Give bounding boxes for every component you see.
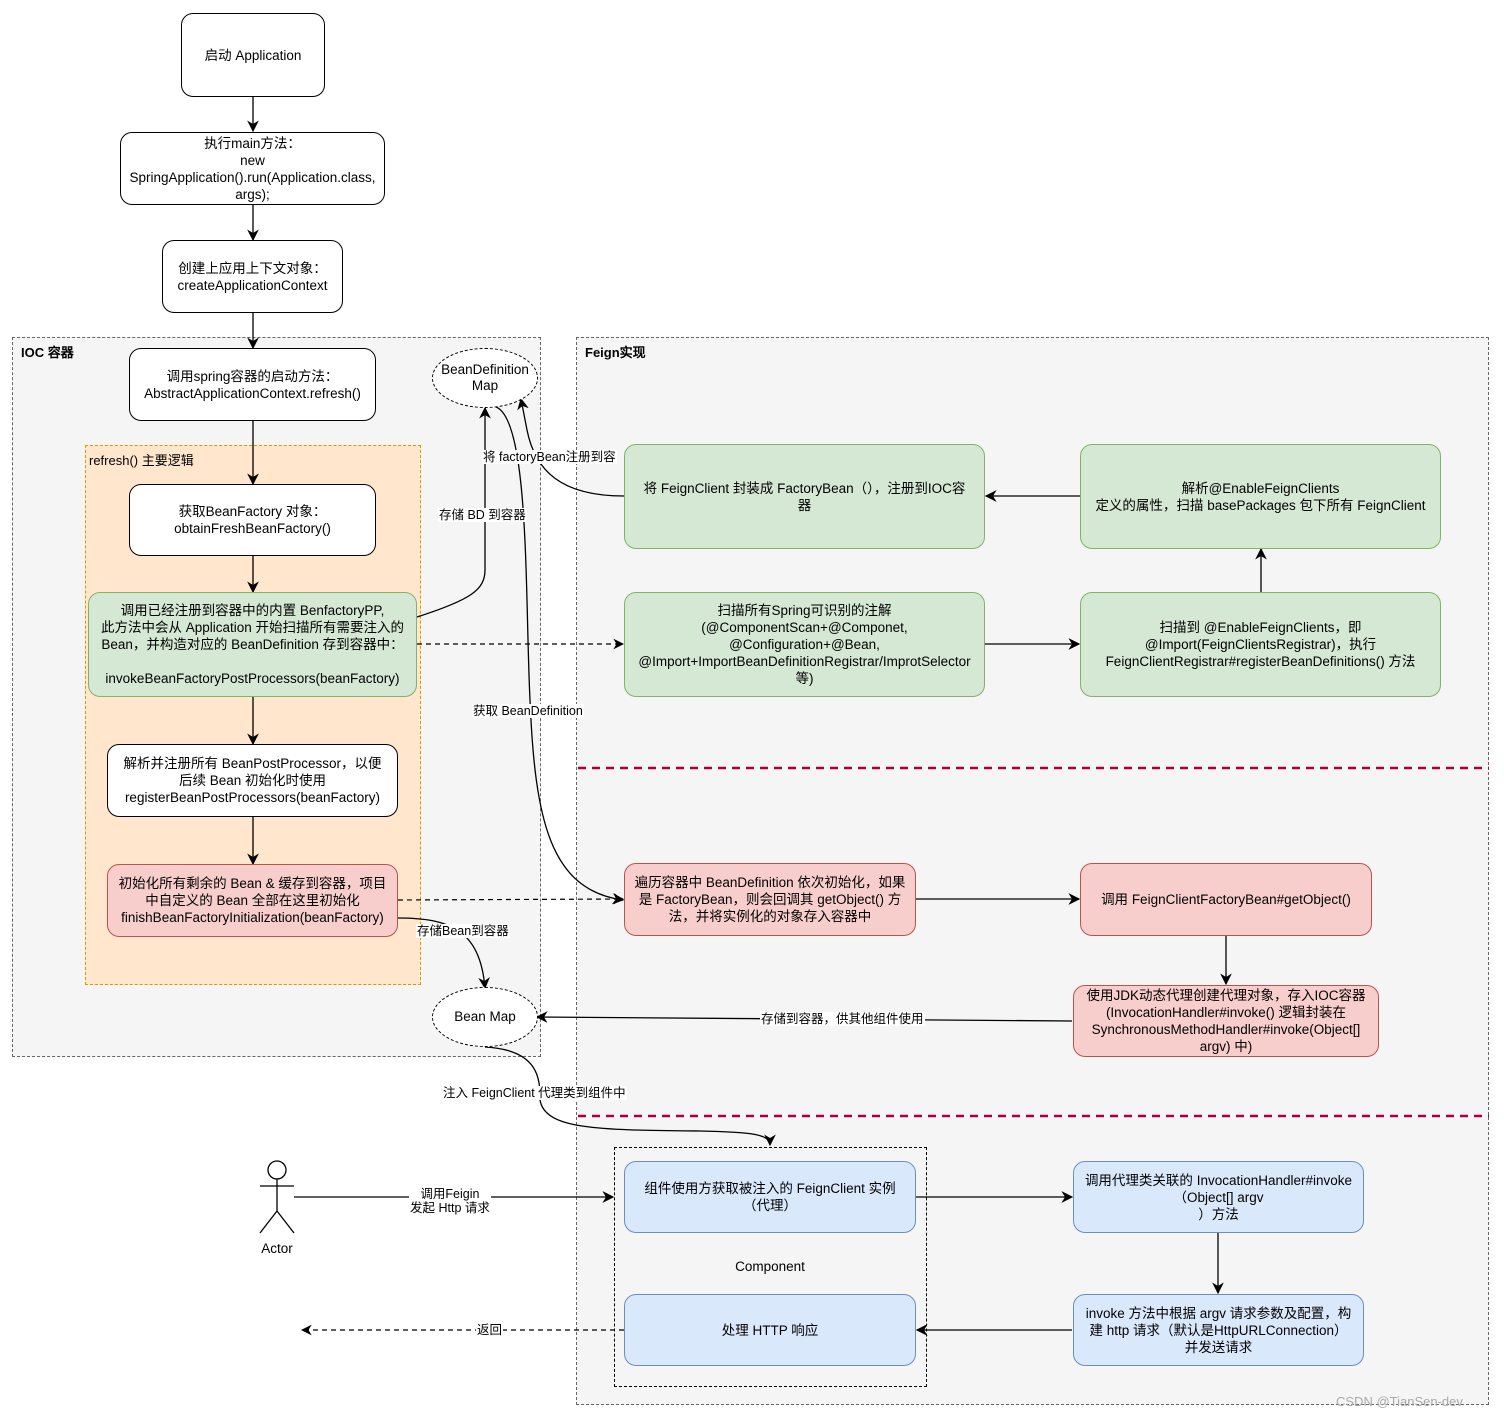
scan-annotations-node[interactable]: 扫描所有Spring可识别的注解 (@ComponentScan+@Compon… (624, 592, 985, 697)
watermark: CSDN @TianSen-dev (1336, 1394, 1463, 1409)
refresh-group-title: refresh() 主要逻辑 (89, 453, 194, 468)
get-feign-instance-node[interactable]: 组件使用方获取被注入的 FeignClient 实例 （代理） (624, 1161, 916, 1233)
get-object-node[interactable]: 调用 FeignClientFactoryBean#getObject() (1080, 863, 1372, 936)
finish-init-label: 初始化所有剩余的 Bean & 缓存到容器，项目 中自定义的 Bean 全部在这… (118, 876, 387, 925)
edge-label-register-factory-bean: 将 factoryBean注册到容 (482, 450, 617, 464)
create-context-node[interactable]: 创建上应用上下文对象： createApplicationContext (162, 240, 343, 313)
handle-http-response-label: 处理 HTTP 响应 (721, 1322, 819, 1338)
invoke-handler-node[interactable]: 调用代理类关联的 InvocationHandler#invoke （Objec… (1073, 1161, 1364, 1233)
bean-map-label: Bean Map (454, 1009, 516, 1024)
edge-label-inject-proxy: 注入 FeignClient 代理类到组件中 (442, 1086, 627, 1100)
main-method-node[interactable]: 执行main方法： new SpringApplication().run(Ap… (120, 132, 385, 205)
handle-http-response-node[interactable]: 处理 HTTP 响应 (624, 1294, 916, 1366)
get-object-label: 调用 FeignClientFactoryBean#getObject() (1101, 892, 1351, 907)
bean-definition-map-label: BeanDefinition Map (441, 362, 529, 393)
edge-label-return: 返回 (476, 1323, 504, 1337)
ioc-container-title: IOC 容器 (21, 345, 74, 360)
invoke-bfpp-label: 调用已经注册到容器中的内置 BenfactoryPP, 此方法中会从 Appli… (100, 603, 405, 686)
register-bpp-node[interactable]: 解析并注册所有 BeanPostProcessor，以便 后续 Bean 初始化… (107, 744, 398, 817)
edge-label-store-bd: 存储 BD 到容器 (438, 508, 527, 522)
edge-label-call-feign: 调用Feigin 发起 Http 请求 (409, 1187, 491, 1215)
create-context-label: 创建上应用上下文对象： createApplicationContext (177, 260, 328, 293)
obtain-bean-factory-node[interactable]: 获取BeanFactory 对象： obtainFreshBeanFactory… (129, 484, 376, 556)
build-http-request-label: invoke 方法中根据 argv 请求参数及配置，构 建 http 请求（默认… (1085, 1305, 1352, 1355)
wrap-factory-bean-node[interactable]: 将 FeignClient 封装成 FactoryBean（），注册到IOC容 … (624, 444, 985, 549)
bean-definition-map-node[interactable]: BeanDefinition Map (432, 348, 538, 408)
jdk-proxy-node[interactable]: 使用JDK动态代理创建代理对象，存入IOC容器 (InvocationHandl… (1073, 985, 1379, 1057)
start-application-node[interactable]: 启动 Application (181, 13, 325, 97)
invoke-bfpp-node[interactable]: 调用已经注册到容器中的内置 BenfactoryPP, 此方法中会从 Appli… (88, 592, 417, 697)
get-feign-instance-label: 组件使用方获取被注入的 FeignClient 实例 （代理） (644, 1181, 896, 1213)
build-http-request-node[interactable]: invoke 方法中根据 argv 请求参数及配置，构 建 http 请求（默认… (1073, 1294, 1364, 1366)
main-method-label: 执行main方法： new SpringApplication().run(Ap… (129, 135, 376, 202)
scan-annotations-label: 扫描所有Spring可识别的注解 (@ComponentScan+@Compon… (638, 603, 971, 686)
register-bpp-label: 解析并注册所有 BeanPostProcessor，以便 后续 Bean 初始化… (123, 756, 382, 805)
obtain-bean-factory-label: 获取BeanFactory 对象： obtainFreshBeanFactory… (174, 504, 331, 536)
component-label: Component (735, 1259, 805, 1274)
edge-label-get-bd: 获取 BeanDefinition (472, 704, 584, 718)
scan-enable-feign-label: 扫描到 @EnableFeignClients，即 @Import(FeignC… (1105, 620, 1416, 669)
iterate-bean-definition-label: 遍历容器中 BeanDefinition 依次初始化，如果 是 FactoryB… (634, 875, 906, 924)
parse-enable-feign-node[interactable]: 解析@EnableFeignClients 定义的属性，扫描 basePacka… (1080, 444, 1441, 549)
refresh-call-label: 调用spring容器的启动方法： AbstractApplicationCont… (144, 368, 361, 401)
finish-init-node[interactable]: 初始化所有剩余的 Bean & 缓存到容器，项目 中自定义的 Bean 全部在这… (107, 864, 398, 937)
actor-label: Actor (261, 1241, 293, 1256)
jdk-proxy-label: 使用JDK动态代理创建代理对象，存入IOC容器 (InvocationHandl… (1086, 988, 1366, 1054)
refresh-call-node[interactable]: 调用spring容器的启动方法： AbstractApplicationCont… (129, 348, 376, 421)
actor-icon (259, 1160, 295, 1234)
invoke-handler-label: 调用代理类关联的 InvocationHandler#invoke （Objec… (1084, 1172, 1353, 1222)
start-application-label: 启动 Application (204, 47, 302, 63)
wrap-factory-bean-label: 将 FeignClient 封装成 FactoryBean（），注册到IOC容 … (643, 480, 966, 513)
parse-enable-feign-label: 解析@EnableFeignClients 定义的属性，扫描 basePacka… (1095, 480, 1426, 513)
edge-label-store-bean: 存储Bean到容器 (416, 924, 510, 938)
feign-container-title: Feign实现 (585, 345, 646, 360)
bean-map-node[interactable]: Bean Map (432, 987, 538, 1047)
scan-enable-feign-node[interactable]: 扫描到 @EnableFeignClients，即 @Import(FeignC… (1080, 592, 1441, 697)
edge-label-store-for-use: 存储到容器，供其他组件使用 (760, 1012, 925, 1026)
iterate-bean-definition-node[interactable]: 遍历容器中 BeanDefinition 依次初始化，如果 是 FactoryB… (624, 863, 916, 936)
